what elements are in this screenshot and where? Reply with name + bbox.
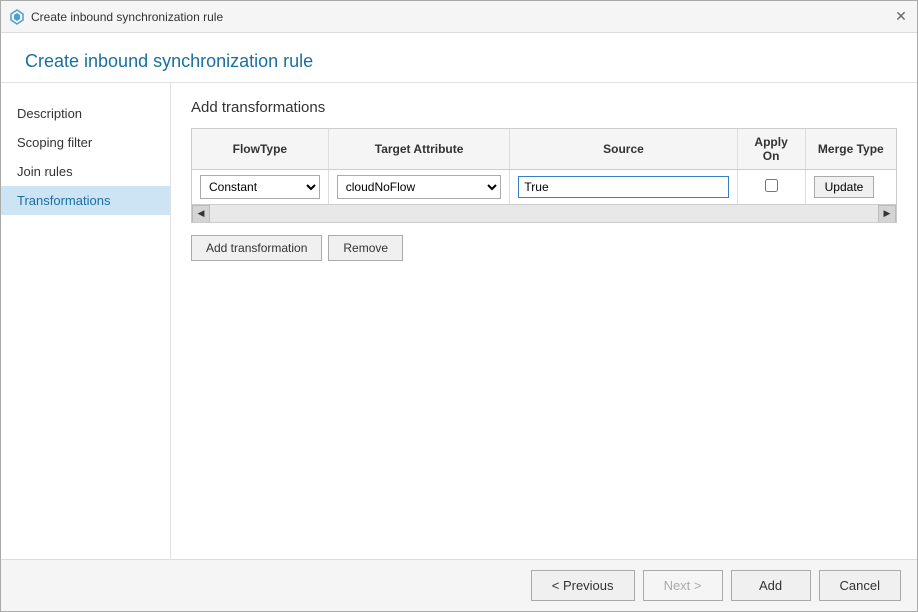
content-area: Add transformations FlowType Target Attr… (171, 83, 917, 559)
close-button[interactable]: ✕ (893, 9, 909, 25)
col-header-target: Target Attribute (328, 129, 510, 170)
target-attribute-select[interactable]: cloudNoFlow (337, 175, 502, 199)
horizontal-scrollbar[interactable]: ◀ ▶ (192, 204, 896, 222)
sidebar-item-transformations[interactable]: Transformations (1, 186, 170, 215)
sidebar: Description Scoping filter Join rules Tr… (1, 83, 171, 559)
add-transformation-button[interactable]: Add transformation (191, 235, 322, 261)
scrollbar-track: ◀ ▶ (192, 205, 896, 222)
flowtype-cell: Constant Direct Expression (192, 170, 328, 205)
merge-type-button[interactable]: Update (814, 176, 875, 198)
col-header-merge: Merge Type (805, 129, 896, 170)
add-button[interactable]: Add (731, 570, 811, 601)
table-row: Constant Direct Expression cloudNoFlow (192, 170, 896, 205)
sidebar-item-description[interactable]: Description (1, 99, 170, 128)
source-cell (510, 170, 737, 205)
apply-on-cell (737, 170, 805, 205)
section-title: Add transformations (191, 99, 897, 116)
scroll-left-arrow[interactable]: ◀ (192, 205, 210, 223)
col-header-apply: Apply On (737, 129, 805, 170)
previous-button[interactable]: < Previous (531, 570, 635, 601)
flowtype-select[interactable]: Constant Direct Expression (200, 175, 320, 199)
col-header-source: Source (510, 129, 737, 170)
title-bar-text: Create inbound synchronization rule (31, 10, 223, 24)
sidebar-item-join-rules[interactable]: Join rules (1, 157, 170, 186)
main-window: Create inbound synchronization rule ✕ Cr… (0, 0, 918, 612)
transformation-buttons: Add transformation Remove (191, 235, 897, 261)
sidebar-item-scoping-filter[interactable]: Scoping filter (1, 128, 170, 157)
source-input[interactable] (518, 176, 728, 198)
target-attribute-cell: cloudNoFlow (328, 170, 510, 205)
page-title: Create inbound synchronization rule (1, 33, 917, 83)
scroll-right-arrow[interactable]: ▶ (878, 205, 896, 223)
transformations-table-wrapper: FlowType Target Attribute Source Apply O… (191, 128, 897, 223)
apply-on-checkbox[interactable] (765, 179, 778, 192)
transformations-table: FlowType Target Attribute Source Apply O… (192, 129, 896, 204)
next-button[interactable]: Next > (643, 570, 723, 601)
app-icon (9, 9, 25, 25)
col-header-flowtype: FlowType (192, 129, 328, 170)
table-header-row: FlowType Target Attribute Source Apply O… (192, 129, 896, 170)
merge-type-cell: Update (805, 170, 896, 205)
remove-button[interactable]: Remove (328, 235, 403, 261)
title-bar-left: Create inbound synchronization rule (9, 9, 223, 25)
cancel-button[interactable]: Cancel (819, 570, 901, 601)
footer: < Previous Next > Add Cancel (1, 559, 917, 611)
content: Create inbound synchronization rule Desc… (1, 33, 917, 559)
main-area: Description Scoping filter Join rules Tr… (1, 83, 917, 559)
title-bar: Create inbound synchronization rule ✕ (1, 1, 917, 33)
scrollbar-thumb-area[interactable] (210, 205, 878, 222)
